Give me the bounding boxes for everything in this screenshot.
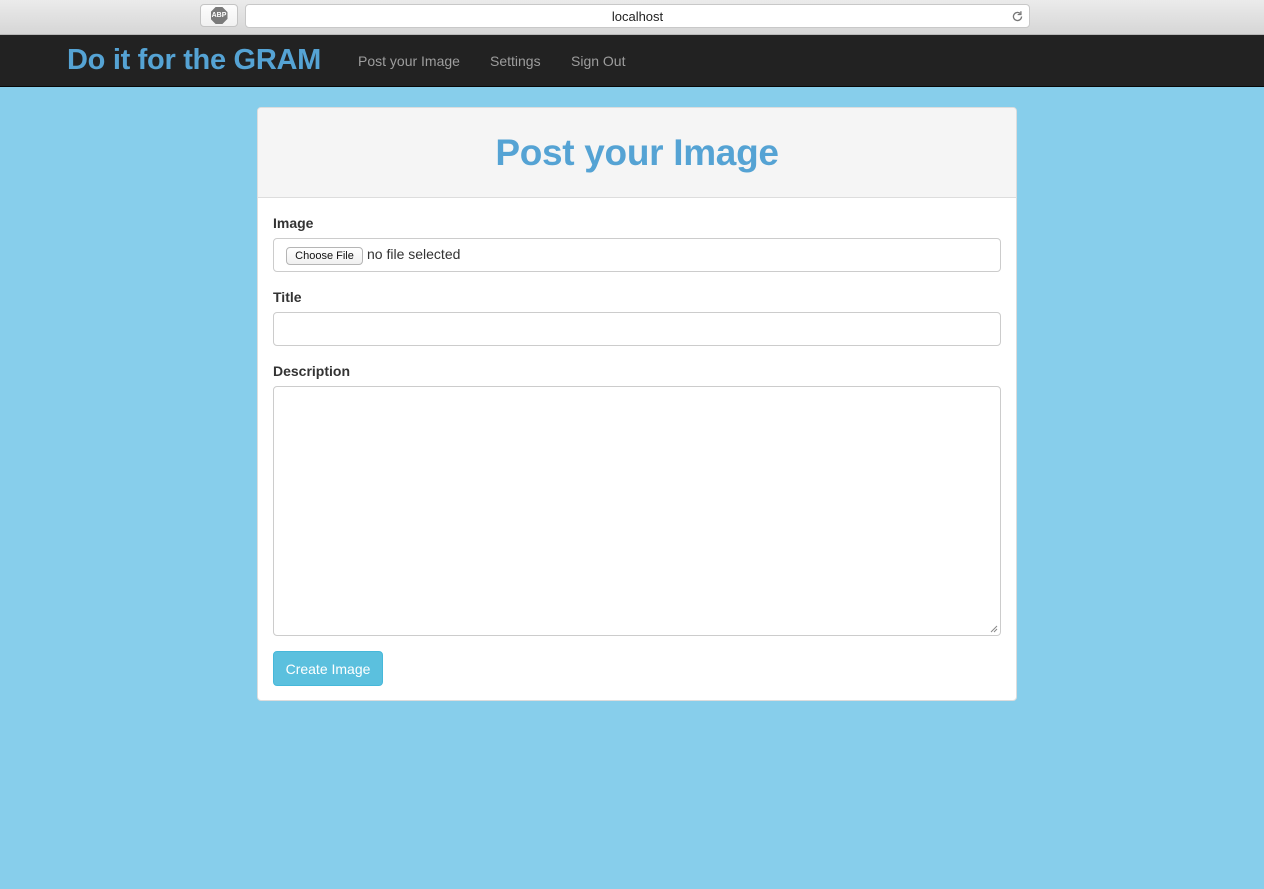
page-title: Post your Image: [495, 131, 779, 173]
navbar: Do it for the GRAM Post your Image Setti…: [0, 35, 1264, 87]
nav-link-settings[interactable]: Settings: [490, 53, 541, 69]
panel-heading: Post your Image: [258, 108, 1016, 198]
title-input[interactable]: [273, 312, 1001, 346]
resize-grip-icon[interactable]: [990, 625, 998, 633]
adblock-button[interactable]: ABP: [200, 4, 238, 27]
title-label: Title: [273, 289, 302, 305]
address-bar-url: localhost: [611, 8, 664, 24]
nav-link-post-image[interactable]: Post your Image: [358, 53, 460, 69]
nav-link-sign-out[interactable]: Sign Out: [571, 53, 625, 69]
image-label: Image: [273, 215, 314, 231]
image-file-input[interactable]: Choose File no file selected: [273, 238, 1001, 272]
description-label: Description: [273, 363, 351, 379]
file-status-text: no file selected: [367, 246, 461, 262]
reload-icon[interactable]: [1009, 8, 1025, 24]
create-image-button[interactable]: Create Image: [273, 651, 383, 686]
description-textarea[interactable]: [273, 386, 1001, 636]
brand-link[interactable]: Do it for the GRAM: [67, 44, 321, 77]
choose-file-button[interactable]: Choose File: [286, 247, 363, 265]
post-image-panel: Post your Image Image Choose File no fil…: [257, 107, 1017, 701]
address-bar[interactable]: localhost: [245, 4, 1030, 28]
adblock-icon: ABP: [210, 7, 228, 24]
browser-toolbar: ABP localhost: [0, 0, 1264, 35]
